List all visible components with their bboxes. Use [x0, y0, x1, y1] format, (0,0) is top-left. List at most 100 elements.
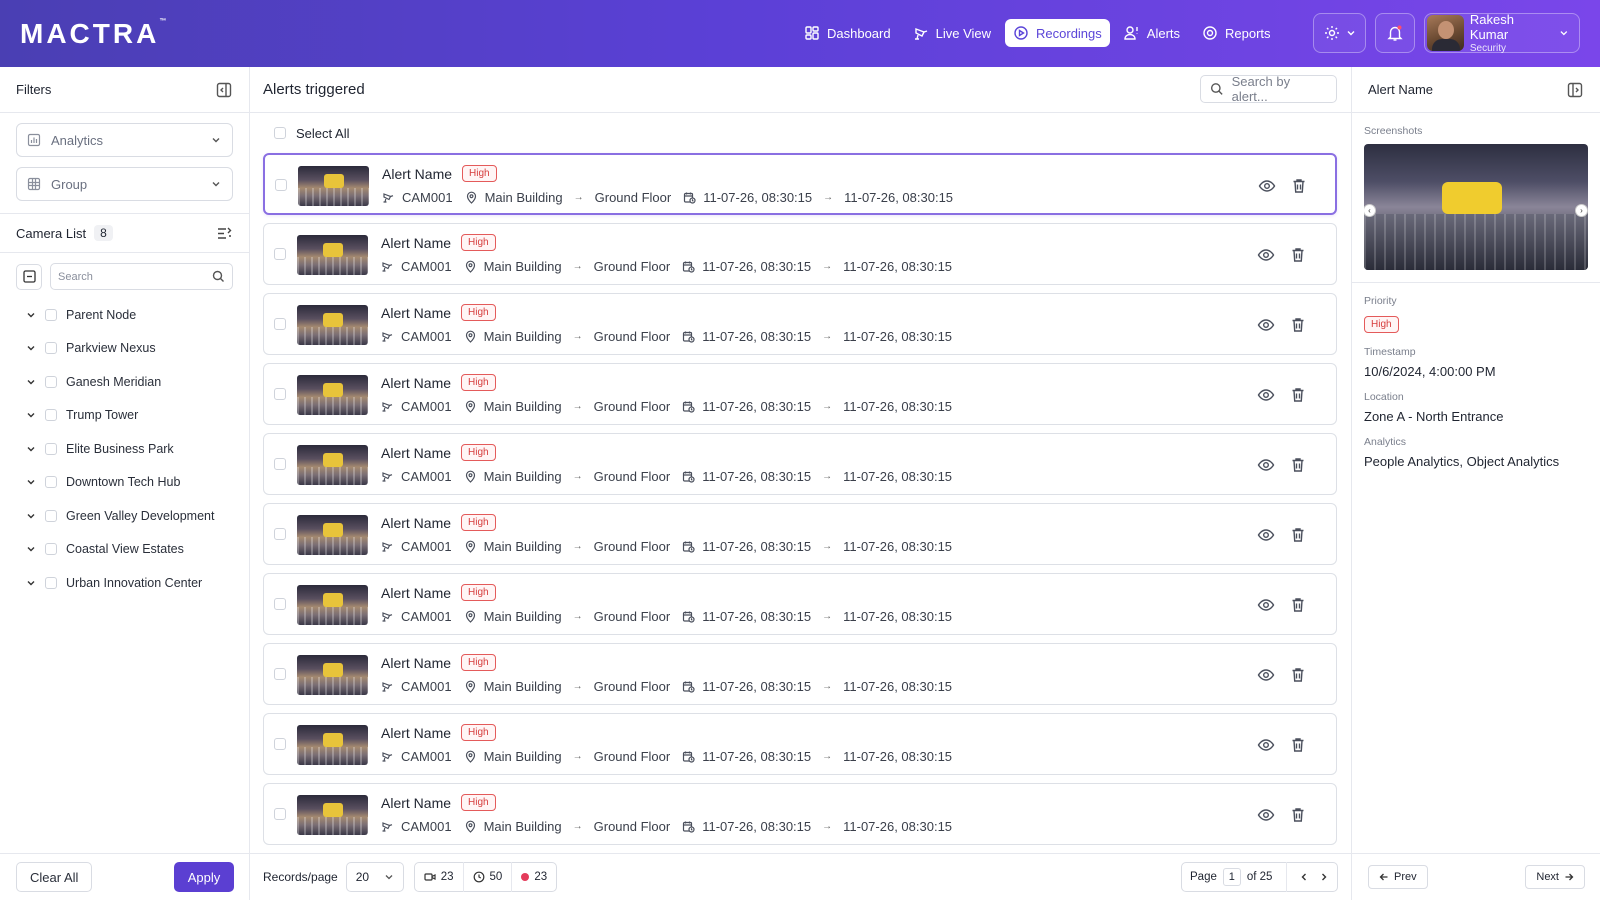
records-per-page-select[interactable]: 20: [345, 862, 404, 892]
tree-item[interactable]: Trump Tower: [0, 399, 249, 433]
alert-search-input[interactable]: Search by alert...: [1200, 74, 1337, 104]
eye-icon[interactable]: [1257, 596, 1275, 614]
alert-card[interactable]: Alert Name High CAM001 Main Building → Ground…: [263, 153, 1337, 215]
collapse-panel-icon[interactable]: [215, 81, 233, 99]
alert-card[interactable]: Alert Name High CAM001 Main Building → Ground…: [263, 223, 1337, 285]
alert-card[interactable]: Alert Name High CAM001 Main Building → Ground…: [263, 503, 1337, 565]
trash-icon[interactable]: [1289, 526, 1307, 544]
clear-all-button[interactable]: Clear All: [16, 862, 93, 892]
tree-item-checkbox[interactable]: [45, 543, 57, 556]
alert-thumbnail[interactable]: [297, 795, 368, 835]
analytics-dropdown[interactable]: Analytics: [16, 123, 233, 157]
tree-item[interactable]: Coastal View Estates: [0, 533, 249, 567]
nav-reports[interactable]: Reports: [1194, 19, 1279, 47]
chevron-right-icon[interactable]: [1319, 872, 1329, 882]
chevron-down-icon[interactable]: [26, 578, 36, 588]
chevron-down-icon[interactable]: [26, 377, 36, 387]
alert-thumbnail[interactable]: [297, 725, 368, 765]
select-all-checkbox[interactable]: [274, 127, 286, 139]
alert-card[interactable]: Alert Name High CAM001 Main Building → Ground…: [263, 293, 1337, 355]
nav-dashboard[interactable]: Dashboard: [796, 19, 899, 47]
alert-thumbnail[interactable]: [297, 585, 368, 625]
page-number-input[interactable]: 1: [1222, 868, 1241, 886]
alert-thumbnail[interactable]: [297, 655, 368, 695]
tree-item-checkbox[interactable]: [45, 442, 57, 455]
screenshot-image[interactable]: ‹ ›: [1364, 144, 1588, 270]
alert-card[interactable]: Alert Name High CAM001 Main Building → Ground…: [263, 363, 1337, 425]
select-all-row[interactable]: Select All: [250, 113, 1351, 153]
trash-icon[interactable]: [1290, 177, 1308, 195]
alert-card[interactable]: Alert Name High CAM001 Main Building → Ground…: [263, 643, 1337, 705]
eye-icon[interactable]: [1258, 177, 1276, 195]
trash-icon[interactable]: [1289, 456, 1307, 474]
chevron-down-icon[interactable]: [26, 444, 36, 454]
trash-icon[interactable]: [1289, 666, 1307, 684]
collapse-all-button[interactable]: [16, 263, 42, 290]
tree-item-checkbox[interactable]: [45, 509, 57, 522]
alert-thumbnail[interactable]: [298, 166, 369, 206]
tree-item-checkbox[interactable]: [45, 342, 57, 355]
trash-icon[interactable]: [1289, 736, 1307, 754]
tree-item-checkbox[interactable]: [45, 308, 57, 321]
alert-thumbnail[interactable]: [297, 375, 368, 415]
alert-checkbox[interactable]: [274, 668, 286, 680]
alert-checkbox[interactable]: [274, 458, 286, 470]
alert-checkbox[interactable]: [274, 598, 286, 610]
alert-thumbnail[interactable]: [297, 305, 368, 345]
tree-item-checkbox[interactable]: [45, 576, 57, 589]
alert-card[interactable]: Alert Name High CAM001 Main Building → Ground…: [263, 433, 1337, 495]
tree-item[interactable]: Parkview Nexus: [0, 332, 249, 366]
list-filter-icon[interactable]: [216, 225, 233, 242]
chevron-down-icon[interactable]: [26, 544, 36, 554]
nav-alerts[interactable]: Alerts: [1116, 19, 1188, 47]
alert-thumbnail[interactable]: [297, 235, 368, 275]
collapse-panel-icon[interactable]: [1566, 81, 1584, 99]
tree-item[interactable]: Ganesh Meridian: [0, 365, 249, 399]
alert-card[interactable]: Alert Name High CAM001 Main Building → Ground…: [263, 783, 1337, 845]
chevron-down-icon[interactable]: [26, 410, 36, 420]
alert-checkbox[interactable]: [274, 318, 286, 330]
tree-item[interactable]: Elite Business Park: [0, 432, 249, 466]
eye-icon[interactable]: [1257, 456, 1275, 474]
trash-icon[interactable]: [1289, 316, 1307, 334]
trash-icon[interactable]: [1289, 246, 1307, 264]
alert-checkbox[interactable]: [274, 388, 286, 400]
camera-search-input[interactable]: Search: [50, 263, 233, 290]
tree-item-checkbox[interactable]: [45, 409, 57, 422]
brand-logo[interactable]: MACTRA™: [20, 18, 166, 50]
trash-icon[interactable]: [1289, 806, 1307, 824]
tree-item[interactable]: Green Valley Development: [0, 499, 249, 533]
trash-icon[interactable]: [1289, 386, 1307, 404]
alert-checkbox[interactable]: [274, 808, 286, 820]
tree-item[interactable]: Urban Innovation Center: [0, 566, 249, 600]
eye-icon[interactable]: [1257, 316, 1275, 334]
nav-recordings[interactable]: Recordings: [1005, 19, 1110, 47]
chevron-down-icon[interactable]: [26, 511, 36, 521]
screenshot-next-icon[interactable]: ›: [1575, 204, 1588, 217]
alert-checkbox[interactable]: [274, 248, 286, 260]
prev-button[interactable]: Prev: [1368, 865, 1428, 889]
alert-thumbnail[interactable]: [297, 445, 368, 485]
settings-menu-button[interactable]: [1313, 13, 1366, 53]
chevron-left-icon[interactable]: [1299, 872, 1309, 882]
eye-icon[interactable]: [1257, 666, 1275, 684]
chevron-down-icon[interactable]: [26, 310, 36, 320]
alert-card[interactable]: Alert Name High CAM001 Main Building → Ground…: [263, 573, 1337, 635]
chevron-down-icon[interactable]: [26, 343, 36, 353]
alert-checkbox[interactable]: [274, 738, 286, 750]
alert-checkbox[interactable]: [275, 179, 287, 191]
eye-icon[interactable]: [1257, 736, 1275, 754]
apply-button[interactable]: Apply: [174, 862, 234, 892]
notifications-button[interactable]: [1375, 13, 1415, 53]
eye-icon[interactable]: [1257, 246, 1275, 264]
alert-card[interactable]: Alert Name High CAM001 Main Building → Ground…: [263, 713, 1337, 775]
tree-item-checkbox[interactable]: [45, 375, 57, 388]
eye-icon[interactable]: [1257, 806, 1275, 824]
user-menu[interactable]: Rakesh Kumar Security: [1424, 12, 1580, 54]
group-dropdown[interactable]: Group: [16, 167, 233, 201]
chevron-down-icon[interactable]: [26, 477, 36, 487]
nav-live-view[interactable]: Live View: [905, 19, 999, 47]
tree-item[interactable]: Downtown Tech Hub: [0, 466, 249, 500]
tree-item[interactable]: Parent Node: [0, 298, 249, 332]
tree-item-checkbox[interactable]: [45, 476, 57, 489]
